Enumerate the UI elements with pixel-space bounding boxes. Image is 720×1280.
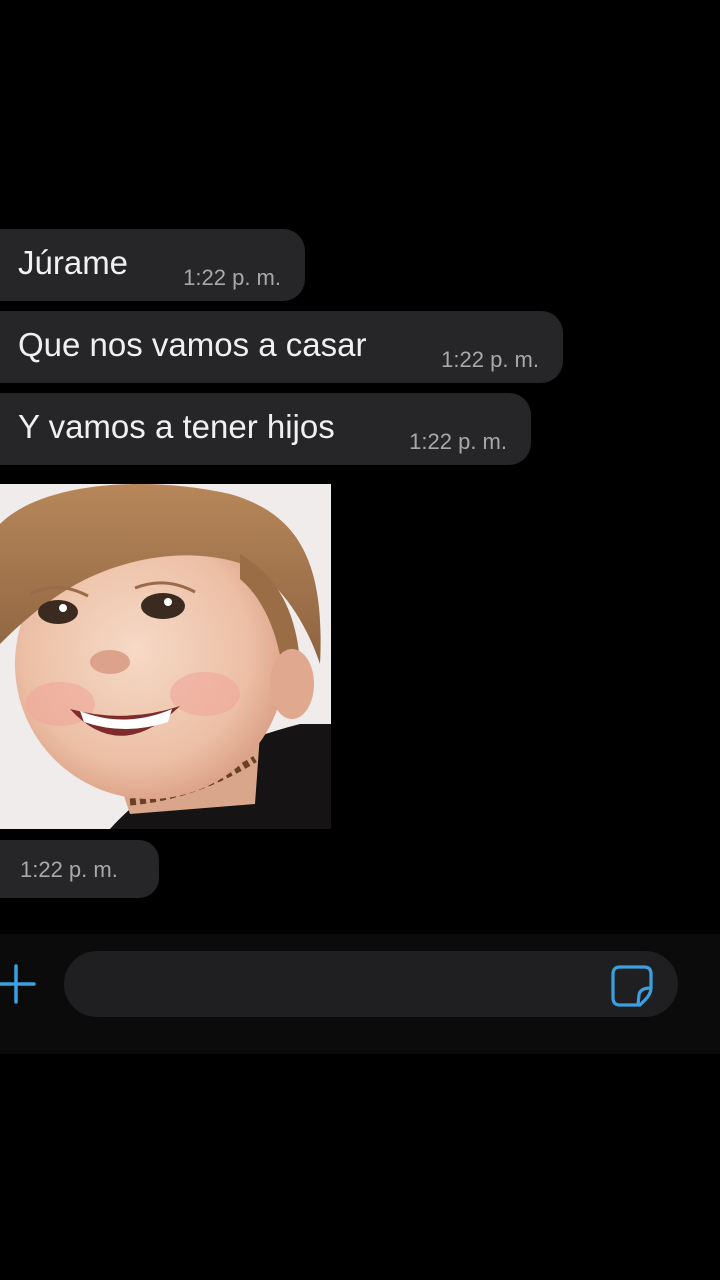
- message-timestamp: 1:22 p. m.: [409, 429, 507, 454]
- message-bubble[interactable]: Que nos vamos a casar 1:22 p. m.: [0, 311, 563, 383]
- photo-message[interactable]: [0, 484, 331, 829]
- message-timestamp: 1:22 p. m.: [20, 857, 118, 882]
- message-input-field[interactable]: [64, 951, 678, 1019]
- message-bubble[interactable]: Júrame 1:22 p. m.: [0, 229, 305, 301]
- plus-icon[interactable]: [0, 958, 40, 1010]
- chat-area: Júrame 1:22 p. m. Que nos vamos a casar …: [0, 0, 720, 930]
- photo-timestamp-bubble: 1:22 p. m.: [0, 840, 159, 898]
- message-timestamp: 1:22 p. m.: [183, 265, 281, 290]
- message-input[interactable]: [86, 951, 610, 1019]
- message-text: Que nos vamos a casar: [18, 326, 367, 363]
- message-text: Júrame: [18, 244, 129, 281]
- message-text: Y vamos a tener hijos: [18, 408, 335, 445]
- message-bubble[interactable]: Y vamos a tener hijos 1:22 p. m.: [0, 393, 531, 465]
- child-photo: [0, 484, 331, 829]
- sticker-icon[interactable]: [610, 964, 654, 1008]
- message-timestamp: 1:22 p. m.: [441, 347, 539, 372]
